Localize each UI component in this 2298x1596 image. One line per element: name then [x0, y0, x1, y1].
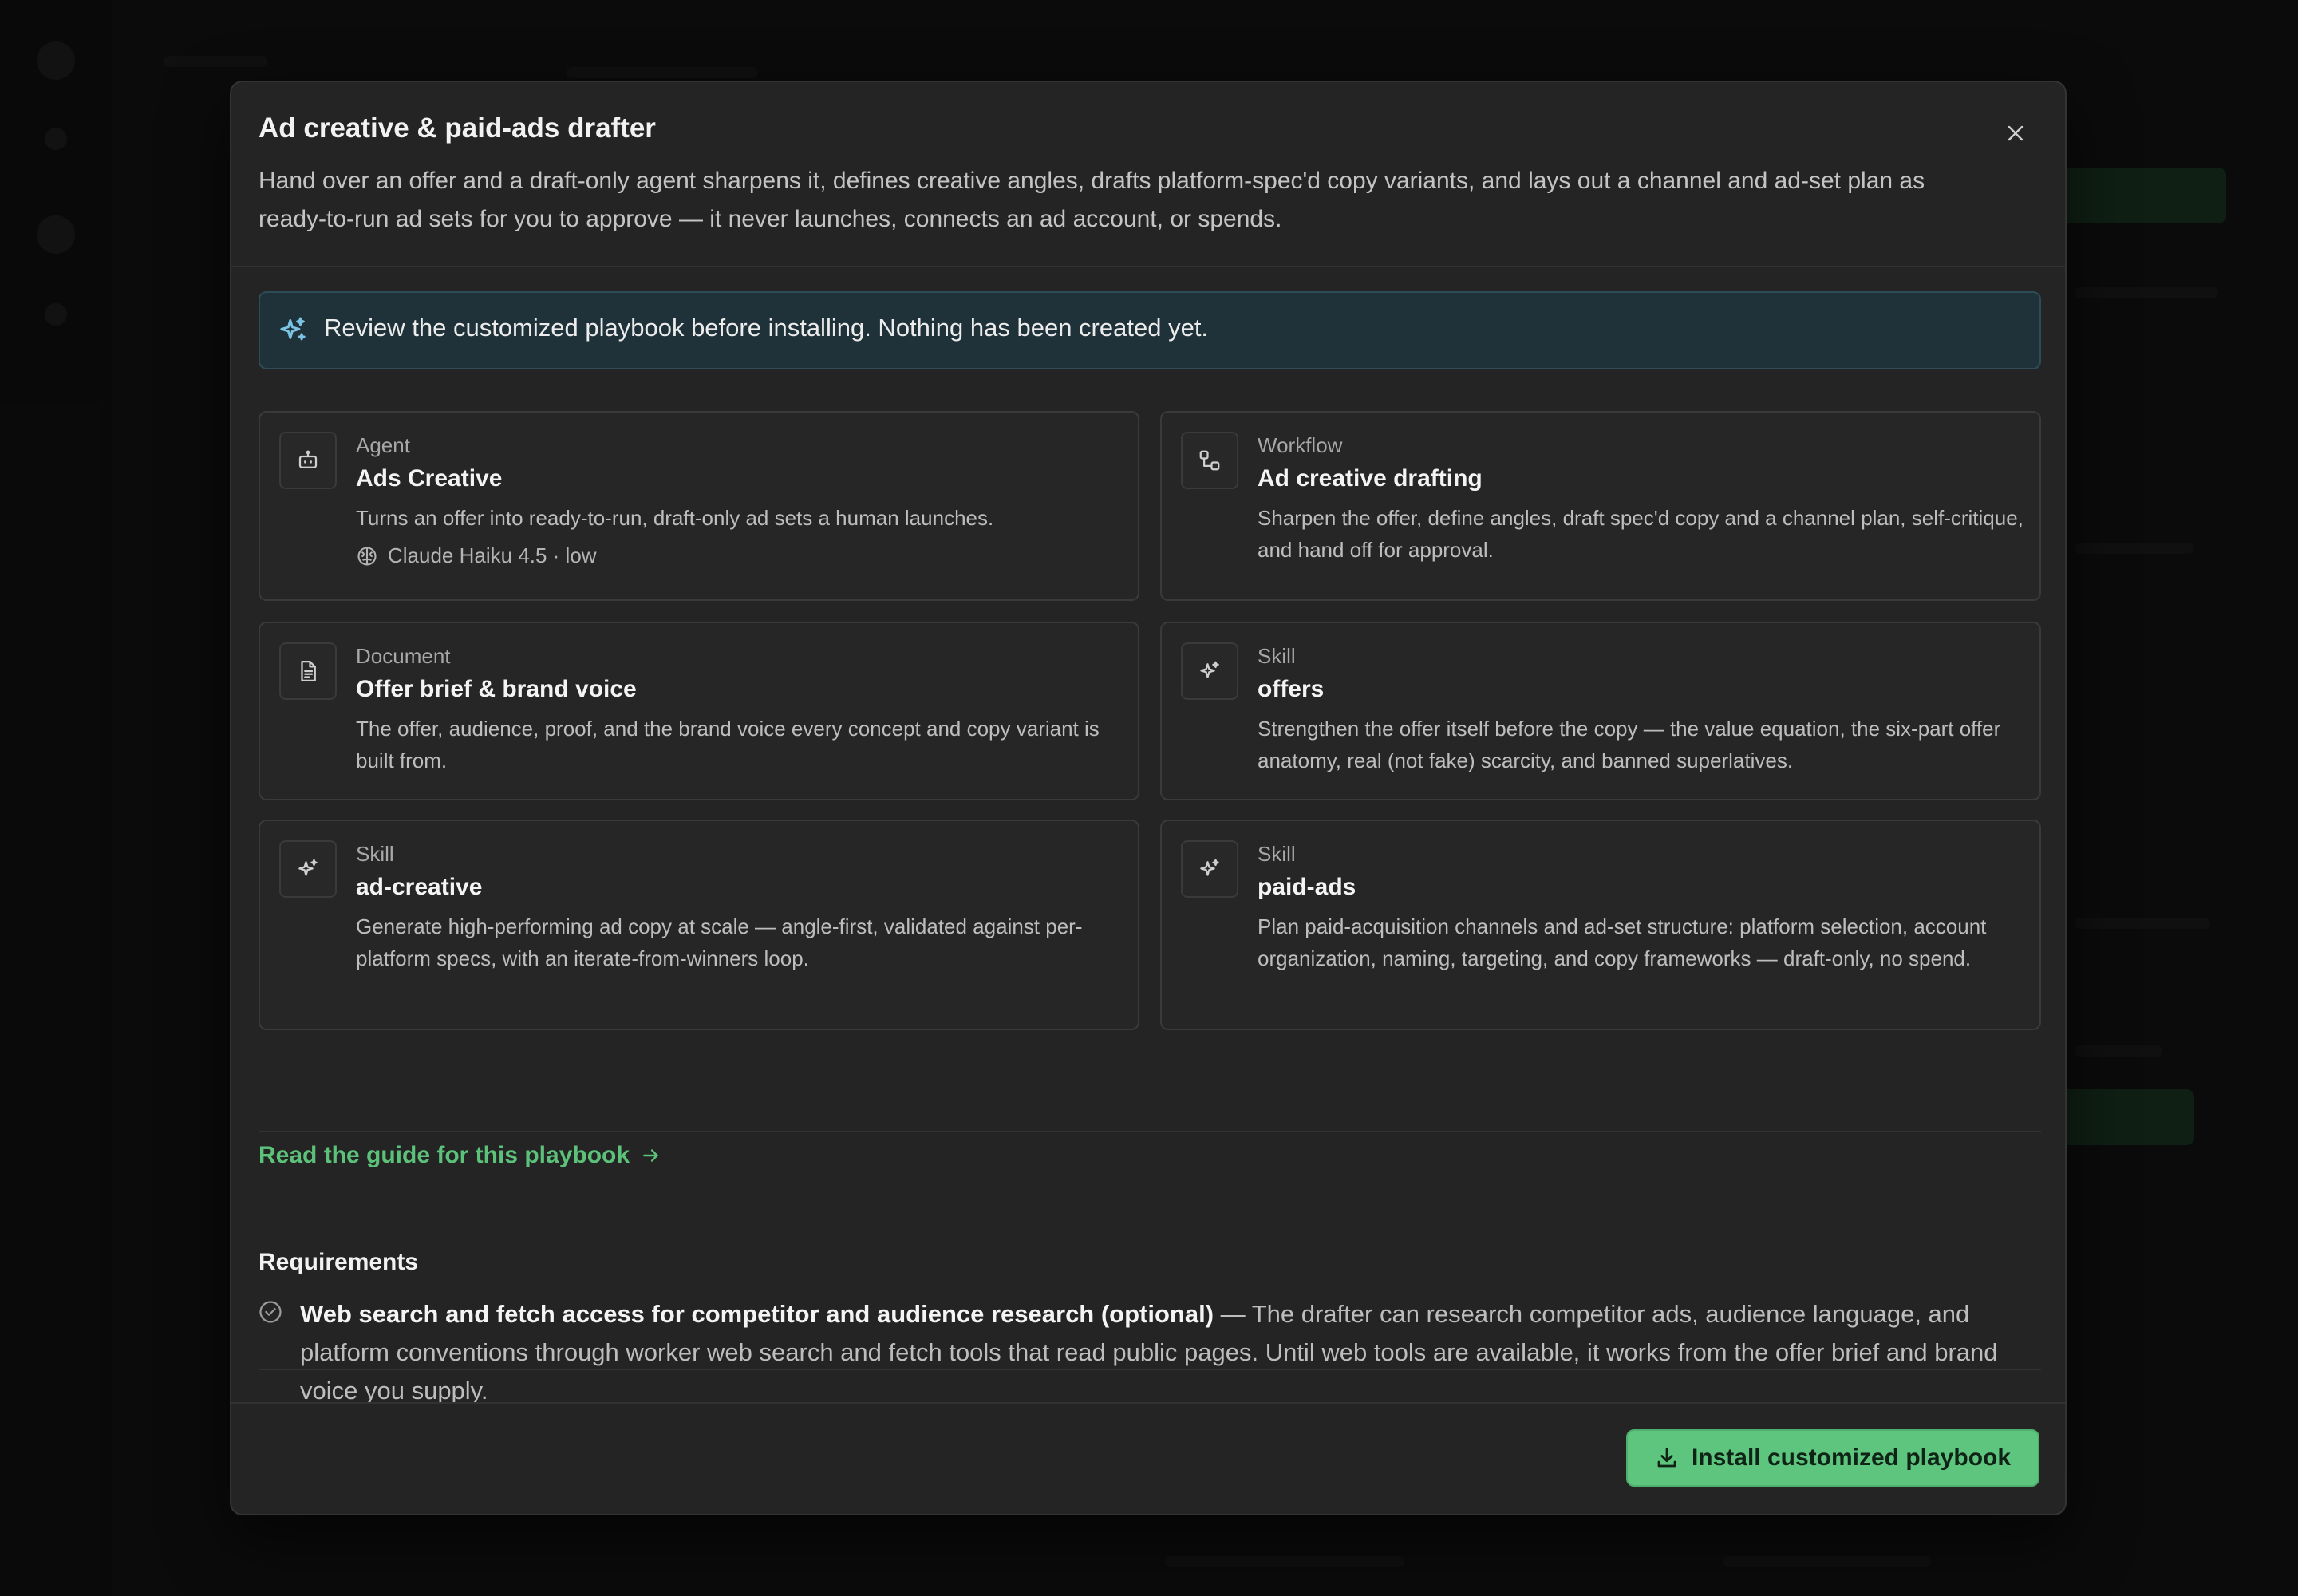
install-playbook-button[interactable]: Install customized playbook — [1626, 1429, 2039, 1487]
dialog-footer: Install customized playbook — [231, 1402, 2065, 1514]
card-kind: Skill — [356, 842, 394, 866]
card-kind: Workflow — [1258, 433, 1343, 457]
card-title: ad-creative — [356, 874, 483, 900]
section-divider — [259, 1369, 2041, 1370]
card-title: Offer brief & brand voice — [356, 676, 637, 702]
sparkle-icon — [280, 317, 306, 341]
card-icon-box — [279, 642, 337, 700]
guide-link-label: Read the guide for this playbook — [259, 1142, 630, 1168]
card-description: The offer, audience, proof, and the bran… — [356, 717, 1100, 772]
card-icon-box — [1181, 840, 1238, 898]
document-icon — [301, 661, 316, 681]
robot-icon — [298, 450, 318, 468]
playbook-item-skill-ad-creative[interactable]: Skill ad-creative Generate high-performi… — [259, 820, 1139, 1030]
workflow-icon — [1199, 450, 1220, 471]
arrow-right-icon — [643, 1149, 658, 1162]
card-icon-box — [1181, 642, 1238, 700]
sparkle-icon — [298, 859, 318, 876]
dialog-header: Ad creative & paid-ads drafter Hand over… — [231, 82, 2065, 267]
card-title: paid-ads — [1258, 874, 1356, 900]
requirements-title: Requirements — [259, 1249, 419, 1275]
requirement-name: Web search and fetch access for competit… — [300, 1300, 1214, 1328]
sparkle-icon — [1200, 859, 1219, 876]
playbook-item-skill-offers[interactable]: Skill offers Strengthen the offer itself… — [1160, 622, 2041, 800]
download-icon — [1657, 1448, 1676, 1468]
card-kind: Document — [356, 644, 451, 668]
playbook-item-agent[interactable]: Agent Ads Creative Turns an offer into r… — [259, 411, 1139, 601]
card-title: Ad creative drafting — [1258, 465, 1483, 492]
card-kind: Agent — [356, 433, 410, 457]
card-icon-box — [279, 840, 337, 898]
close-icon — [2008, 125, 2024, 141]
card-title: offers — [1258, 676, 1325, 702]
banner-text: Review the customized playbook before in… — [324, 314, 1209, 342]
requirement-text: Web search and fetch access for competit… — [300, 1295, 2039, 1410]
playbook-item-workflow[interactable]: Workflow Ad creative drafting Sharpen th… — [1160, 411, 2041, 601]
read-guide-link[interactable]: Read the guide for this playbook — [259, 1142, 661, 1169]
playbook-item-document[interactable]: Document Offer brief & brand voice The o… — [259, 622, 1139, 800]
sparkle-icon — [1200, 661, 1219, 678]
model-brain-icon — [357, 546, 377, 566]
card-kind: Skill — [1258, 644, 1296, 668]
card-description: Sharpen the offer, define angles, draft … — [1258, 506, 2024, 562]
dialog-description: Hand over an offer and a draft-only agen… — [259, 168, 1925, 232]
card-description: Generate high-performing ad copy at scal… — [356, 915, 1083, 970]
install-button-label: Install customized playbook — [1691, 1444, 2012, 1471]
card-description: Strengthen the offer itself before the c… — [1258, 717, 2001, 772]
card-icon-box — [279, 432, 337, 489]
close-button[interactable] — [1998, 116, 2033, 151]
dialog-title: Ad creative & paid-ads drafter — [259, 113, 656, 144]
card-model: Claude Haiku 4.5 · low — [356, 543, 597, 568]
card-kind: Skill — [1258, 842, 1296, 866]
section-divider — [259, 1131, 2041, 1132]
install-playbook-dialog: Ad creative & paid-ads drafter Hand over… — [230, 81, 2067, 1515]
card-description: Turns an offer into ready-to-run, draft-… — [356, 506, 994, 530]
check-circle-icon — [259, 1301, 282, 1323]
card-title: Ads Creative — [356, 465, 503, 492]
review-notice-banner: Review the customized playbook before in… — [259, 291, 2041, 369]
model-label: Claude Haiku 4.5 · low — [388, 543, 597, 567]
card-icon-box — [1181, 432, 1238, 489]
card-description: Plan paid-acquisition channels and ad-se… — [1258, 915, 1987, 970]
playbook-item-skill-paid-ads[interactable]: Skill paid-ads Plan paid-acquisition cha… — [1160, 820, 2041, 1030]
